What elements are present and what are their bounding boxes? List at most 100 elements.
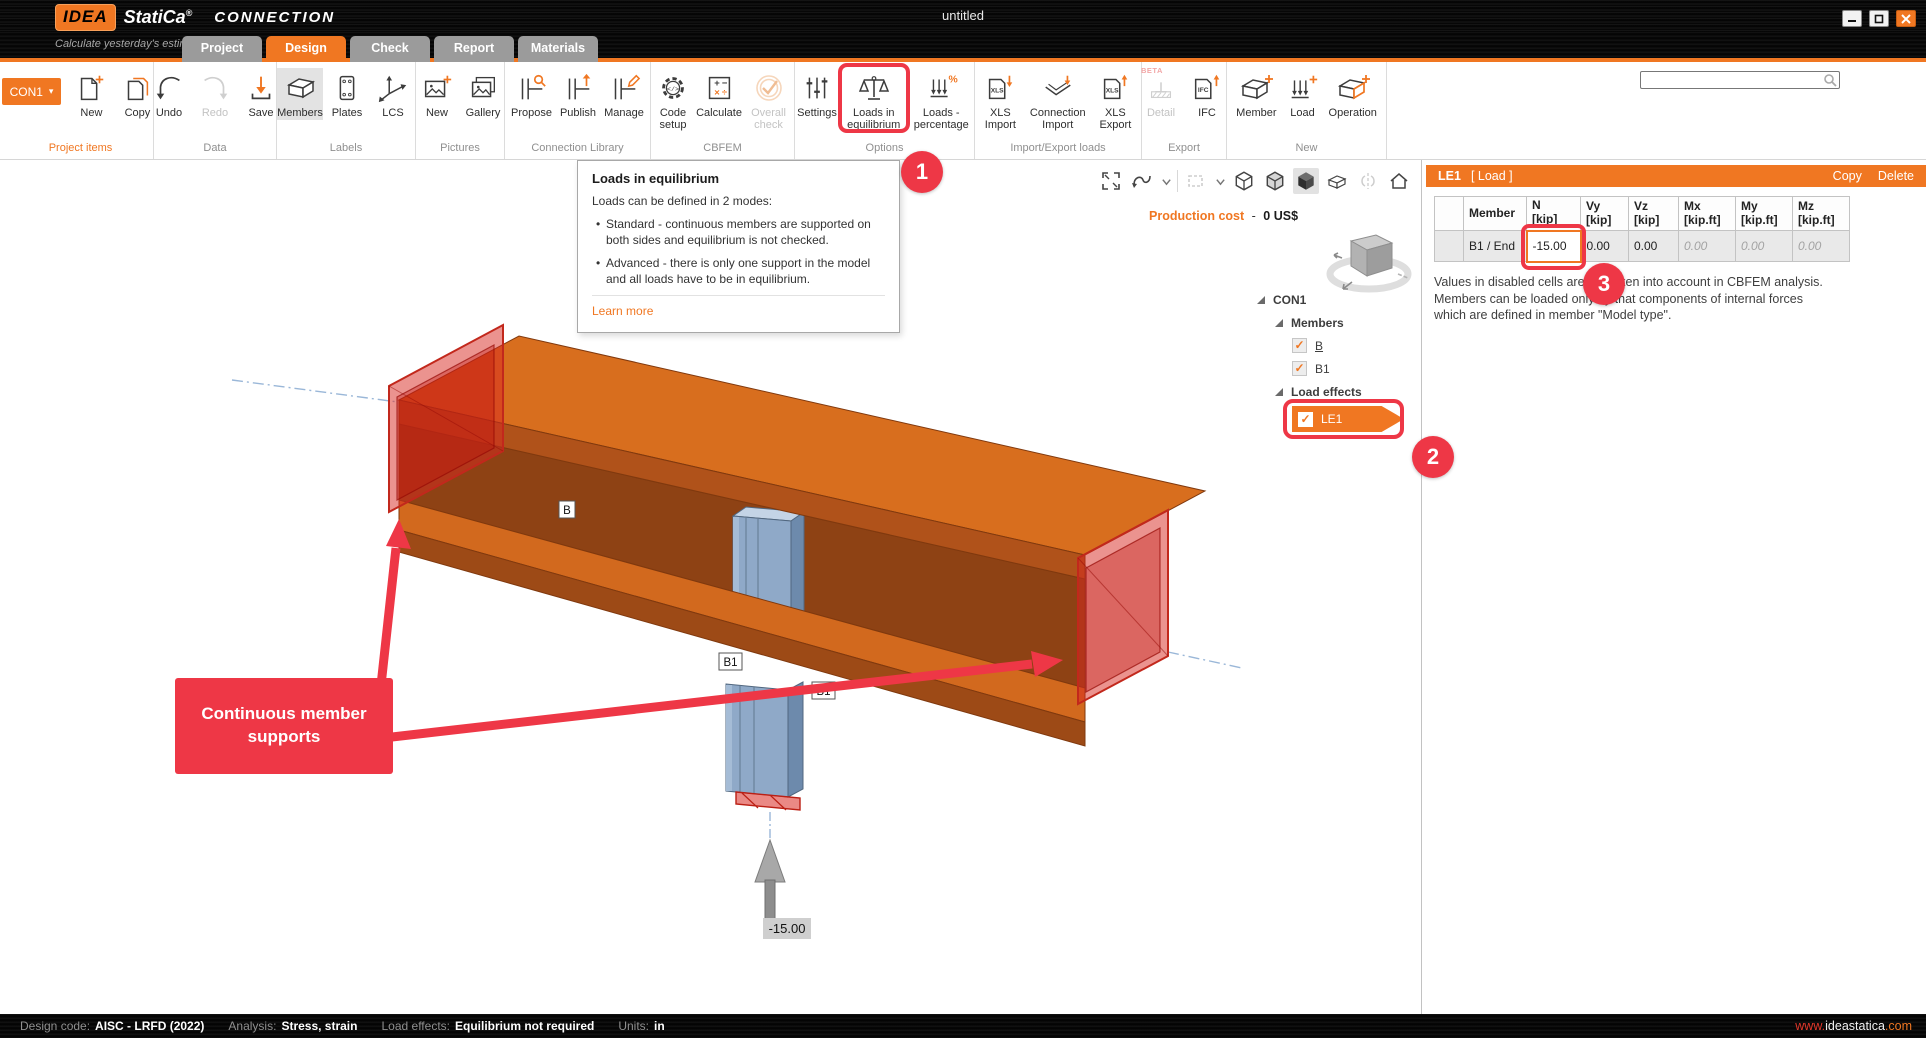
ribbon-group-new: Member Load Operation New [1227, 62, 1387, 159]
axis-line-right [1168, 652, 1242, 668]
tab-check[interactable]: Check [350, 36, 430, 62]
solid-view-button[interactable] [1293, 168, 1319, 194]
ribbon-group-labels: Members Plates LCS Labels [277, 62, 416, 159]
propose-button[interactable]: Propose [509, 68, 554, 120]
section-view-button[interactable] [1324, 168, 1350, 194]
tree-item-con1[interactable]: CON1 [1256, 288, 1422, 311]
tree-item-le1[interactable]: ✓ LE1 [1292, 406, 1404, 432]
continuous-member-supports-callout: Continuous member supports [175, 678, 393, 774]
calculate-button[interactable]: +−×÷ Calculate [697, 68, 741, 120]
plates-icon [330, 69, 364, 107]
search-input[interactable] [1641, 73, 1823, 87]
ifc-export-button[interactable]: IFC IFC [1185, 68, 1229, 120]
tree-item-member-b[interactable]: ✓ B [1256, 334, 1422, 357]
svg-text:B1: B1 [723, 657, 737, 669]
con1-dropdown[interactable]: CON1 ▾ [2, 78, 62, 105]
xls-import-button[interactable]: XLS XLS Import [975, 68, 1026, 133]
new-project-icon [74, 69, 108, 107]
n-value-cell[interactable]: -15.00 [1527, 231, 1581, 262]
redo-icon [198, 69, 232, 107]
tab-design[interactable]: Design [266, 36, 346, 62]
new-operation-icon [1335, 69, 1371, 107]
vz-value-cell[interactable]: 0.00 [1629, 231, 1679, 262]
tooltip-divider [592, 295, 885, 296]
col-member: Member [1464, 197, 1527, 231]
3d-viewport[interactable]: -15.00 B B1 B1 [0, 160, 1422, 1014]
panel-tag: [ Load ] [1471, 169, 1513, 183]
xls-export-icon: XLS [1098, 69, 1132, 107]
rotate-view-button[interactable] [1129, 168, 1155, 194]
checkbox-member-b[interactable]: ✓ [1292, 338, 1307, 353]
checkbox-le1[interactable]: ✓ [1298, 412, 1313, 427]
new-load-button[interactable]: Load [1281, 68, 1325, 120]
maximize-button[interactable] [1869, 10, 1889, 27]
shaded-view-button[interactable] [1262, 168, 1288, 194]
panel-title: LE1 [1438, 169, 1461, 183]
publish-button[interactable]: Publish [556, 68, 600, 120]
members-toggle-button[interactable]: Members [277, 68, 323, 120]
tree-item-load-effects[interactable]: Load effects [1256, 380, 1422, 403]
tooltip-title: Loads in equilibrium [592, 171, 885, 186]
row-indicator-header [1435, 197, 1464, 231]
svg-text:IFC: IFC [1198, 87, 1209, 94]
solid-view-icon [1295, 170, 1317, 192]
undo-button[interactable]: Undo [147, 68, 191, 120]
overall-check-button: Overall check [743, 68, 794, 133]
wireframe-view-button[interactable] [1231, 168, 1257, 194]
step3-badge: 3 [1583, 263, 1625, 305]
search-box [1640, 71, 1840, 89]
production-cost-value: 0 US$ [1263, 209, 1298, 223]
disabled-cells-note: Values in disabled cells are not taken i… [1434, 274, 1834, 324]
tab-project[interactable]: Project [182, 36, 262, 62]
new-operation-button[interactable]: Operation [1327, 68, 1379, 120]
checkbox-member-b1[interactable]: ✓ [1292, 361, 1307, 376]
home-view-button[interactable] [1386, 168, 1412, 194]
tab-report[interactable]: Report [434, 36, 514, 62]
zoom-fit-button[interactable] [1098, 168, 1124, 194]
xls-export-button[interactable]: XLS XLS Export [1090, 68, 1141, 133]
navigation-cube[interactable] [1322, 222, 1416, 296]
new-project-button[interactable]: New [69, 68, 113, 120]
manage-button[interactable]: Manage [602, 68, 646, 120]
zoom-window-button [1183, 168, 1209, 194]
tree-expand-icon[interactable] [1274, 318, 1284, 328]
lcs-toggle-button[interactable]: LCS [371, 68, 415, 120]
copy-load-button[interactable]: Copy [1833, 169, 1862, 183]
calculate-icon: +−×÷ [702, 69, 736, 107]
rotate-options-chevron-icon[interactable] [1160, 175, 1172, 187]
zoom-fit-icon [1101, 171, 1121, 191]
plates-toggle-button[interactable]: Plates [325, 68, 369, 120]
load-table-header-row: Member N[kip] Vy[kip] Vz[kip] Mx[kip.ft]… [1435, 197, 1850, 231]
close-button[interactable] [1896, 10, 1916, 27]
connection-import-button[interactable]: Connection Import [1028, 68, 1088, 133]
tab-materials[interactable]: Materials [518, 36, 598, 62]
settings-button[interactable]: Settings [795, 68, 839, 120]
tree-item-members[interactable]: Members [1256, 311, 1422, 334]
zoom-window-chevron-icon[interactable] [1214, 175, 1226, 187]
new-member-button[interactable]: Member [1234, 68, 1278, 120]
code-setup-button[interactable]: </> Code setup [651, 68, 695, 133]
loads-in-equilibrium-button[interactable]: Loads in equilibrium [841, 68, 907, 133]
website-link[interactable]: www.ideastatica.com [1795, 1019, 1912, 1033]
tree-expand-icon[interactable] [1256, 295, 1266, 305]
xls-import-icon: XLS [983, 69, 1017, 107]
load-properties-panel: LE1 [ Load ] Copy Delete Member N[kip] V… [1423, 160, 1926, 1014]
loads-percentage-button[interactable]: % Loads - percentage [909, 68, 975, 133]
learn-more-link[interactable]: Learn more [592, 304, 653, 318]
svg-text:-15.00: -15.00 [769, 921, 806, 936]
connection-import-icon [1041, 69, 1075, 107]
rotate-view-icon [1131, 171, 1153, 191]
ribbon-group-data: Undo Redo Save Data [154, 62, 277, 159]
gallery-button[interactable]: Gallery [461, 68, 505, 120]
new-picture-button[interactable]: New [415, 68, 459, 120]
tree-expand-icon[interactable] [1274, 387, 1284, 397]
vy-value-cell[interactable]: 0.00 [1581, 231, 1629, 262]
section-view-icon [1326, 170, 1348, 192]
minimize-icon [1846, 13, 1858, 25]
minimize-button[interactable] [1842, 10, 1862, 27]
load-table: Member N[kip] Vy[kip] Vz[kip] Mx[kip.ft]… [1434, 196, 1850, 263]
delete-load-button[interactable]: Delete [1878, 169, 1914, 183]
step2-badge: 2 [1412, 436, 1454, 478]
row-indicator-cell [1435, 231, 1464, 262]
tree-item-member-b1[interactable]: ✓ B1 [1256, 357, 1422, 380]
